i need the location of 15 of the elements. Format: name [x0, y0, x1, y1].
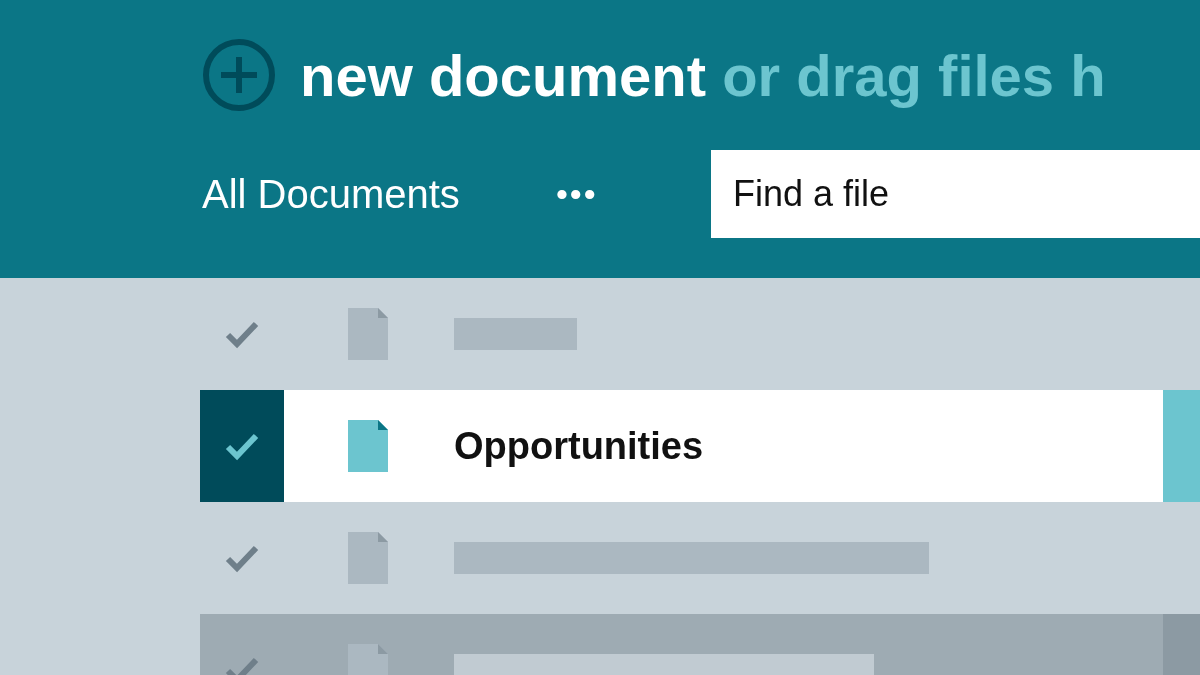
view-selector[interactable]: All Documents — [202, 171, 556, 217]
document-icon — [348, 308, 388, 360]
new-document-title[interactable]: new document or drag files h — [300, 41, 1106, 109]
file-row[interactable]: Opportunities — [200, 390, 1200, 502]
more-menu[interactable]: ••• — [555, 174, 711, 214]
file-name: Opportunities — [454, 424, 704, 468]
check-icon — [224, 543, 260, 573]
check-icon — [224, 319, 260, 349]
add-icon[interactable] — [202, 38, 276, 112]
document-icon — [348, 532, 388, 584]
row-checkbox[interactable] — [200, 390, 284, 502]
document-icon — [348, 420, 388, 472]
search-field[interactable]: Find a file — [711, 150, 1200, 238]
drag-files-hint: or drag files h — [722, 42, 1106, 108]
check-icon — [224, 431, 260, 461]
